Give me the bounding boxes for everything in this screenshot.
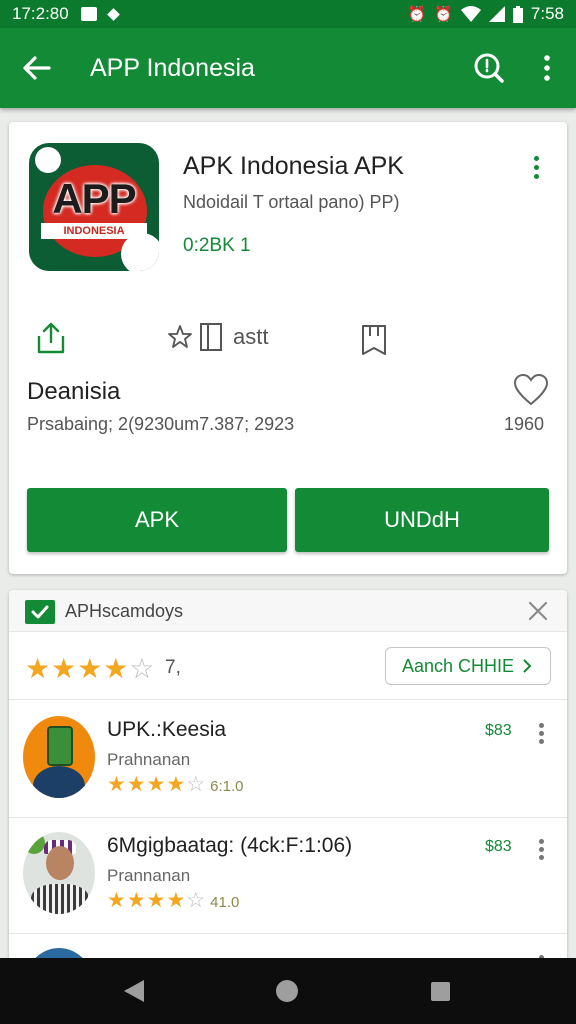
shirt-graphic — [31, 884, 89, 914]
navigation-bar — [0, 958, 576, 1024]
arrow-back-icon — [23, 56, 51, 80]
more-vert-icon — [544, 55, 550, 81]
back-button[interactable] — [0, 28, 74, 108]
list-item[interactable]: 6Mgigbaatag: (4ck:F:1:06) Prannanan ★★★★… — [9, 816, 567, 934]
item-rating: 41.0 — [210, 894, 240, 911]
rating-row: ★★★★☆ 7, Aanch CHHIE — [9, 632, 567, 700]
nav-home-icon[interactable] — [276, 980, 298, 1002]
heart-icon[interactable] — [513, 374, 549, 406]
chevron-right-icon — [523, 659, 532, 673]
like-count: 1960 — [504, 414, 545, 434]
share-icon[interactable] — [33, 320, 69, 356]
app-bar-title: APP Indonesia — [90, 53, 255, 82]
dot — [538, 838, 544, 844]
overflow-menu-button[interactable] — [518, 28, 576, 108]
avatar — [23, 832, 95, 914]
item-overflow-button[interactable] — [531, 836, 551, 862]
item-name: UPK.:Keesia — [107, 718, 227, 741]
nav-recents-icon[interactable] — [431, 982, 450, 1001]
document-icon — [200, 323, 222, 351]
search-button[interactable] — [460, 28, 518, 108]
status-time-left: 17:2:80 — [12, 4, 69, 23]
star-outline-icon — [168, 325, 192, 348]
more-button-label: Aanch CHHIE — [401, 655, 515, 676]
item-stars: ★★★★☆ 41.0 — [107, 889, 240, 912]
item-stars: ★★★★☆ 6:1.0 — [107, 773, 244, 796]
unduh-button[interactable]: UNDdH — [295, 488, 549, 552]
section-title: Deanisia — [27, 378, 121, 405]
notification-icon — [80, 7, 97, 21]
wifi-icon — [460, 6, 481, 22]
person-graphic — [33, 766, 85, 798]
rate-action-label: astt — [233, 324, 269, 349]
check-icon — [31, 605, 49, 619]
item-price: $83 — [485, 722, 512, 739]
apk-button[interactable]: APK — [27, 488, 287, 552]
dot — [538, 846, 544, 852]
item-subtitle: Prannanan — [107, 866, 191, 885]
item-price: $83 — [485, 838, 512, 855]
item-rating: 6:1.0 — [210, 778, 244, 795]
list-header: APHscamdoys — [9, 590, 567, 632]
item-subtitle: Prahnanan — [107, 750, 191, 769]
icon-corner-badge — [35, 147, 61, 173]
phone-graphic — [47, 726, 73, 766]
nav-back-icon[interactable] — [122, 978, 146, 1004]
rating-stars: ★★★★☆ — [25, 653, 156, 684]
icon-app-text: APP — [52, 175, 136, 222]
dot — [538, 722, 544, 728]
bookmark-icon[interactable] — [359, 322, 389, 358]
app-overflow-button[interactable] — [525, 152, 547, 182]
more-button[interactable]: Aanch CHHIE — [385, 647, 551, 685]
list-header-title: APHscamdoys — [65, 601, 184, 621]
avatar — [23, 716, 95, 798]
section-subtitle: Prsabaing; 2(9230um7.387; 2923 — [27, 414, 295, 434]
dot — [533, 173, 539, 179]
dot — [538, 730, 544, 736]
battery-icon — [512, 5, 523, 23]
app-meta: 0:2BK 1 — [183, 235, 251, 256]
list-item[interactable]: UPK.:Keesia Prahnanan ★★★★☆ 6:1.0 $83 — [9, 700, 567, 818]
search-icon — [474, 53, 504, 83]
status-time-right: 7:58 — [530, 4, 564, 23]
avatar-badge — [23, 832, 45, 854]
rate-action[interactable]: astt — [167, 322, 268, 352]
item-overflow-button[interactable] — [531, 720, 551, 746]
app-name: APK Indonesia APK — [183, 152, 404, 180]
app-bar: APP Indonesia — [0, 28, 576, 108]
app-detail-card: APP INDONESIA APK Indonesia APK Ndoidail… — [9, 122, 567, 574]
rating-value: 7, — [165, 657, 181, 678]
dot — [533, 155, 539, 161]
item-name: 6Mgigbaatag: (4ck:F:1:06) — [107, 834, 353, 857]
alarm-clock-icon: ⏰ — [434, 5, 453, 23]
alarm-icon: ⏰ — [407, 5, 427, 23]
status-bar: 17:2:80 ⏰ ⏰ 7:58 — [0, 0, 576, 28]
related-apps-card: APHscamdoys ★★★★☆ 7, Aanch CHHIE UPK.:Ke… — [9, 590, 567, 970]
close-icon[interactable] — [527, 600, 549, 622]
face-graphic — [46, 846, 74, 880]
dot — [538, 738, 544, 744]
app-icon: APP INDONESIA — [29, 143, 159, 271]
dot — [533, 164, 539, 170]
notification-diamond-icon — [106, 7, 120, 21]
app-developer[interactable]: Ndoidail T ortaal pano) PP) — [183, 192, 399, 213]
signal-icon — [488, 6, 505, 22]
dot — [538, 854, 544, 860]
checkbox[interactable] — [25, 600, 55, 624]
icon-corner-leaf — [121, 233, 159, 271]
